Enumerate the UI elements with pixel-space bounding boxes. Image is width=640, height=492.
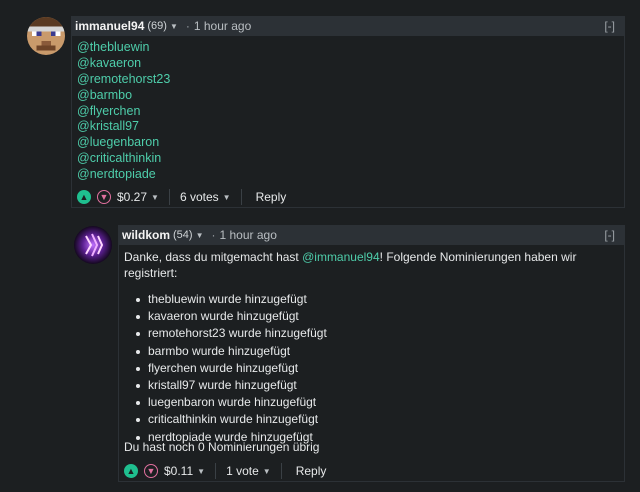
mention-link[interactable]: @kristall97 (77, 119, 170, 135)
caret-down-icon[interactable]: ▼ (223, 193, 231, 202)
avatar-immanuel94[interactable] (27, 17, 65, 55)
list-item: kristall97 wurde hinzugefügt (124, 377, 624, 394)
avatar-wildkom[interactable] (74, 226, 112, 264)
chevron-up-icon[interactable]: ▲ (124, 464, 138, 478)
caret-down-icon[interactable]: ▼ (170, 22, 178, 31)
outro-text: Du hast noch 0 Nominierungen übrig (124, 440, 320, 454)
intro-text-start: Danke, dass du mitgemacht hast (124, 250, 303, 264)
comment-border (71, 207, 625, 208)
comment-header: immanuel94 (69) ▼ · 1 hour ago [-] (71, 16, 625, 36)
caret-down-icon[interactable]: ▼ (197, 467, 205, 476)
comment-body: Danke, dass du mitgemacht hast @immanuel… (124, 249, 624, 454)
payout-value[interactable]: $0.27 (117, 190, 147, 204)
author-name[interactable]: immanuel94 (75, 19, 144, 33)
mention-list: @thebluewin @kavaeron @remotehorst23 @ba… (77, 40, 170, 183)
nomination-list: thebluewin wurde hinzugefügt kavaeron wu… (124, 291, 624, 446)
comment-border (624, 36, 625, 208)
mention-link[interactable]: @criticalthinkin (77, 151, 170, 167)
separator-dot: · (211, 228, 216, 242)
list-item: kavaeron wurde hinzugefügt (124, 308, 624, 325)
reply-button[interactable]: Reply (296, 464, 327, 478)
comment-border (624, 245, 625, 481)
mention-link[interactable]: @remotehorst23 (77, 72, 170, 88)
mention-link[interactable]: @kavaeron (77, 56, 170, 72)
comment-border (71, 36, 72, 208)
divider (280, 463, 282, 479)
mention-link[interactable]: @flyerchen (77, 104, 170, 120)
separator-dot: · (185, 19, 190, 33)
chevron-up-icon[interactable]: ▲ (77, 190, 91, 204)
comment-border (118, 481, 625, 482)
collapse-button[interactable]: [-] (604, 228, 615, 242)
mention-link[interactable]: @luegenbaron (77, 135, 170, 151)
comment-header: wildkom (54) ▼ · 1 hour ago [-] (118, 225, 625, 245)
mention-link[interactable]: @nerdtopiade (77, 167, 170, 183)
list-item: criticalthinkin wurde hinzugefügt (124, 411, 624, 428)
comment-footer: ▲ ▼ $0.27 ▼ 6 votes ▼ Reply (77, 187, 286, 207)
mention-link[interactable]: @immanuel94 (302, 250, 380, 264)
list-item: luegenbaron wurde hinzugefügt (124, 394, 624, 411)
vote-count[interactable]: 1 vote (226, 464, 259, 478)
caret-down-icon[interactable]: ▼ (263, 467, 271, 476)
list-item: remotehorst23 wurde hinzugefügt (124, 325, 624, 342)
caret-down-icon[interactable]: ▼ (151, 193, 159, 202)
divider (240, 189, 242, 205)
intro-text: Danke, dass du mitgemacht hast @immanuel… (124, 249, 624, 281)
comment-border (118, 245, 119, 481)
chevron-down-icon[interactable]: ▼ (97, 190, 111, 204)
list-item: thebluewin wurde hinzugefügt (124, 291, 624, 308)
caret-down-icon[interactable]: ▼ (196, 231, 204, 240)
chevron-down-icon[interactable]: ▼ (144, 464, 158, 478)
divider (168, 189, 170, 205)
mention-link[interactable]: @thebluewin (77, 40, 170, 56)
reply-button[interactable]: Reply (256, 190, 287, 204)
author-reputation: (69) (147, 20, 167, 32)
divider (215, 463, 217, 479)
comment-time[interactable]: 1 hour ago (194, 19, 251, 33)
payout-value[interactable]: $0.11 (164, 464, 193, 478)
collapse-button[interactable]: [-] (604, 19, 615, 33)
mention-link[interactable]: @barmbo (77, 88, 170, 104)
author-reputation: (54) (173, 229, 193, 241)
comment-time[interactable]: 1 hour ago (220, 228, 277, 242)
list-item: barmbo wurde hinzugefügt (124, 343, 624, 360)
comment-footer: ▲ ▼ $0.11 ▼ 1 vote ▼ Reply (124, 461, 326, 481)
author-name[interactable]: wildkom (122, 228, 170, 242)
list-item: flyerchen wurde hinzugefügt (124, 360, 624, 377)
vote-count[interactable]: 6 votes (180, 190, 219, 204)
